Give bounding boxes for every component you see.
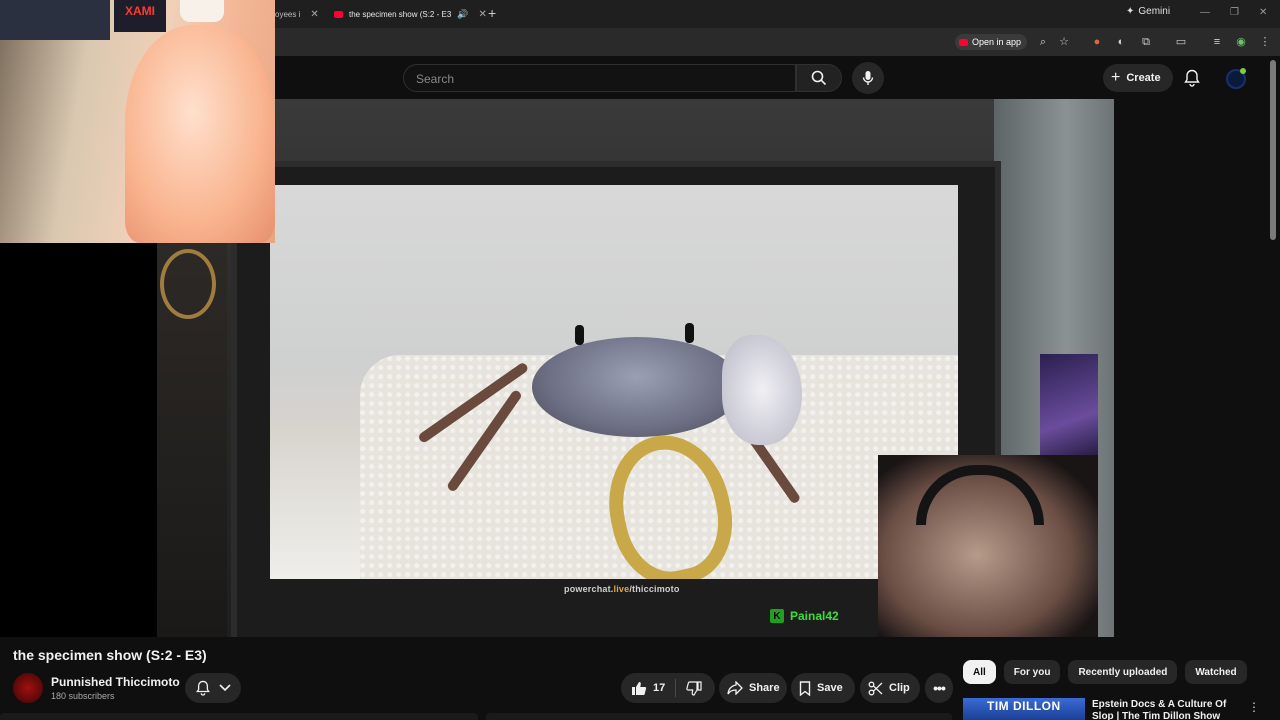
bell-icon xyxy=(195,680,210,696)
search-input[interactable]: Search xyxy=(403,64,796,92)
create-label: Create xyxy=(1126,72,1161,84)
open-in-app-label: Open in app xyxy=(972,37,1022,47)
plus-icon: + xyxy=(1111,69,1121,86)
like-dislike-group: 17 xyxy=(621,673,715,703)
gemini-button[interactable]: ✦ Gemini xyxy=(1126,6,1170,17)
tab-previous[interactable]: oyees i ✕ xyxy=(275,4,319,24)
tab-current-label: the specimen show (S:2 - E3 xyxy=(349,9,452,19)
more-horizontal-icon: ••• xyxy=(933,680,946,696)
extension-icon[interactable]: ◐ xyxy=(1115,36,1127,48)
crab-eye xyxy=(575,325,584,345)
shelf xyxy=(0,0,110,40)
more-vertical-icon[interactable]: ⋮ xyxy=(1248,700,1260,714)
zoom-icon[interactable]: ⌕ xyxy=(1037,36,1049,48)
wall-poster xyxy=(1040,354,1098,464)
extension-orange-icon[interactable]: ● xyxy=(1091,36,1103,48)
gemini-label: Gemini xyxy=(1138,6,1171,17)
chip-watched[interactable]: Watched xyxy=(1185,660,1247,684)
overlay-webcam: XAMI xyxy=(0,0,275,243)
search-placeholder: Search xyxy=(416,72,455,86)
channel-name[interactable]: Punnished Thiccimoto xyxy=(51,675,180,689)
tab-previous-label: oyees i xyxy=(275,9,301,19)
speaker-icon[interactable]: 🔊 xyxy=(457,9,468,20)
xami-sign: XAMI xyxy=(114,0,166,32)
menu-dots-icon[interactable]: ⋮ xyxy=(1259,36,1271,48)
chevron-down-icon xyxy=(218,684,231,692)
watermark-suffix: /thiccimoto xyxy=(629,584,680,594)
tab-current[interactable]: the specimen show (S:2 - E3 🔊 ✕ xyxy=(334,4,487,24)
stream-watermark: powerchat.live/thiccimoto xyxy=(564,584,680,594)
open-in-app-button[interactable]: Open in app xyxy=(955,34,1028,50)
description-box-edge xyxy=(486,713,952,720)
create-button[interactable]: + Create xyxy=(1103,64,1173,92)
search-button[interactable] xyxy=(796,64,842,92)
chat-badge: K xyxy=(770,609,784,623)
status-dot xyxy=(1240,68,1246,74)
bell-icon xyxy=(1184,69,1200,87)
clip-label: Clip xyxy=(889,682,910,694)
youtube-icon xyxy=(959,38,968,46)
description-box-edge xyxy=(0,713,478,720)
channel-avatar[interactable] xyxy=(13,673,43,703)
crab-video-feed xyxy=(270,185,958,579)
watermark-prefix: powerchat. xyxy=(564,584,614,594)
recommendation-title[interactable]: Epstein Docs & A Culture Of Slop | The T… xyxy=(1092,699,1232,720)
puzzle-icon[interactable]: ⧉ xyxy=(1140,36,1152,48)
like-button[interactable]: 17 xyxy=(621,673,675,703)
figure xyxy=(125,25,275,243)
subscriber-count: 180 subscribers xyxy=(51,691,115,701)
crab-claw xyxy=(722,335,802,445)
close-icon[interactable]: ✕ xyxy=(479,9,487,20)
chat-overlay: K Painal42 xyxy=(770,609,839,623)
headphones xyxy=(916,465,1044,525)
recommendation-filter-chips: All For you Recently uploaded Watched xyxy=(963,660,1247,684)
rope-prop xyxy=(160,249,216,319)
sparkle-icon: ✦ xyxy=(1126,6,1135,17)
search-icon xyxy=(811,70,827,86)
chip-recently-uploaded[interactable]: Recently uploaded xyxy=(1068,660,1178,684)
star-icon[interactable]: ☆ xyxy=(1058,36,1070,48)
save-label: Save xyxy=(817,682,843,694)
reading-list-icon[interactable]: ≡ xyxy=(1211,36,1223,48)
crab-eye xyxy=(685,323,694,343)
chat-username: Painal42 xyxy=(790,609,839,623)
bookmark-icon xyxy=(799,680,811,696)
video-title: the specimen show (S:2 - E3) xyxy=(13,647,207,663)
lamp xyxy=(180,0,224,22)
chip-for-you[interactable]: For you xyxy=(1003,660,1061,684)
cast-icon[interactable]: ▭ xyxy=(1175,36,1187,48)
streamer-webcam xyxy=(878,455,1098,637)
chip-all[interactable]: All xyxy=(963,660,996,684)
account-avatar[interactable] xyxy=(1226,68,1246,89)
share-button[interactable]: Share xyxy=(719,673,787,703)
youtube-favicon-icon xyxy=(334,10,343,18)
clip-button[interactable]: Clip xyxy=(860,673,920,703)
crab-body xyxy=(532,337,742,437)
voice-search-button[interactable] xyxy=(852,62,884,94)
page-scrollbar[interactable] xyxy=(1270,60,1276,240)
thumbnail-text: TIM DILLON xyxy=(987,699,1061,713)
close-icon[interactable]: ✕ xyxy=(310,9,318,20)
dislike-button[interactable] xyxy=(676,673,712,703)
like-count: 17 xyxy=(653,682,666,694)
share-label: Share xyxy=(749,682,780,694)
watermark-live: live xyxy=(613,584,630,594)
notifications-button[interactable] xyxy=(1184,69,1200,92)
minimize-icon[interactable]: — xyxy=(1200,7,1210,18)
thumbs-up-icon xyxy=(632,681,647,695)
profile-icon[interactable]: ◉ xyxy=(1235,36,1247,48)
save-button[interactable]: Save xyxy=(791,673,855,703)
thumbs-down-icon xyxy=(686,680,702,696)
share-icon xyxy=(727,681,743,695)
microphone-icon xyxy=(862,71,874,85)
scissors-icon xyxy=(868,681,883,695)
subscription-notify-button[interactable] xyxy=(185,673,241,703)
recommendation-thumbnail[interactable]: TIM DILLON xyxy=(963,698,1085,720)
restore-icon[interactable]: ❐ xyxy=(1230,7,1239,18)
new-tab-icon[interactable]: + xyxy=(488,5,496,21)
window-close-icon[interactable]: ✕ xyxy=(1259,7,1267,18)
more-actions-button[interactable]: ••• xyxy=(925,673,953,703)
